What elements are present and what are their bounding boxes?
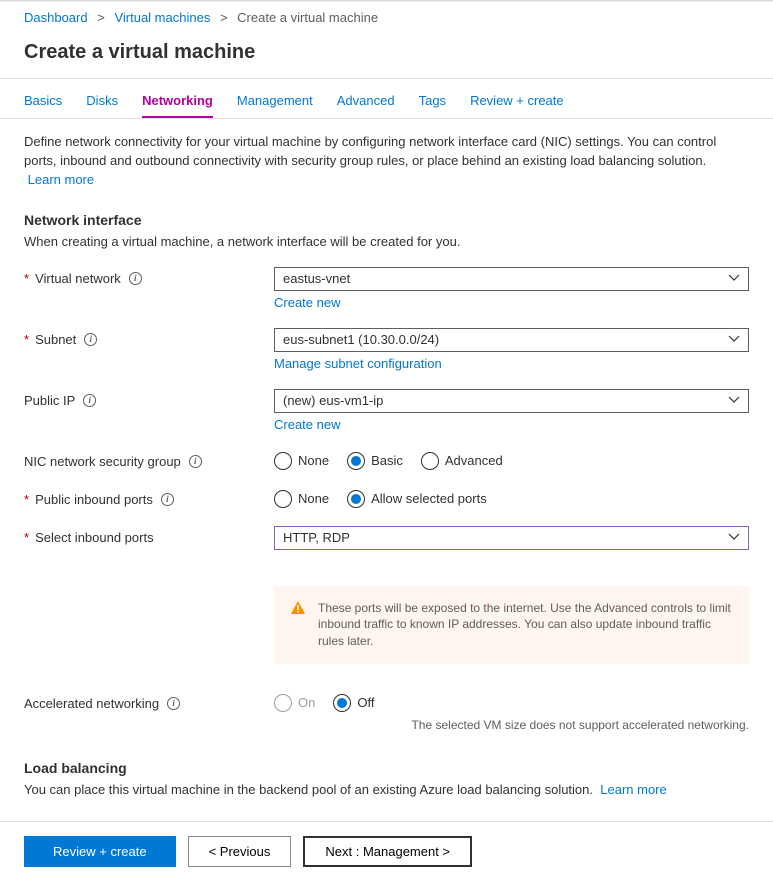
label-public-inbound-ports: * Public inbound ports i <box>24 488 274 507</box>
section-load-balancing-heading: Load balancing <box>24 760 749 776</box>
info-icon[interactable]: i <box>129 272 142 285</box>
radio-ports-allow[interactable]: Allow selected ports <box>347 490 487 508</box>
create-new-ip-link[interactable]: Create new <box>274 417 340 432</box>
required-star: * <box>24 530 29 545</box>
section-network-interface-heading: Network interface <box>24 212 749 228</box>
label-text: Public IP <box>24 393 75 408</box>
breadcrumb-sep: > <box>220 10 228 25</box>
warning-row: These ports will be exposed to the inter… <box>24 568 749 664</box>
select-subnet[interactable]: eus-subnet1 (10.30.0.0/24) <box>274 328 749 352</box>
label-select-inbound-ports: * Select inbound ports <box>24 526 274 545</box>
info-icon[interactable]: i <box>189 455 202 468</box>
footer-buttons: Review + create < Previous Next : Manage… <box>0 821 773 881</box>
accel-net-note: The selected VM size does not support ac… <box>274 718 749 732</box>
field-nic-nsg: NIC network security group i None Basic … <box>24 450 749 470</box>
chevron-down-icon <box>728 394 740 409</box>
radio-label: None <box>298 453 329 468</box>
label-text: Select inbound ports <box>35 530 154 545</box>
breadcrumb-sep: > <box>97 10 105 25</box>
learn-more-link[interactable]: Learn more <box>28 172 94 187</box>
field-subnet: * Subnet i eus-subnet1 (10.30.0.0/24) Ma… <box>24 328 749 371</box>
next-button[interactable]: Next : Management > <box>303 836 472 867</box>
label-accelerated-networking: Accelerated networking i <box>24 692 274 711</box>
radio-nsg-none[interactable]: None <box>274 452 329 470</box>
breadcrumb: Dashboard > Virtual machines > Create a … <box>0 2 773 33</box>
breadcrumb-dashboard[interactable]: Dashboard <box>24 10 88 25</box>
radio-label: On <box>298 695 315 710</box>
info-icon[interactable]: i <box>161 493 174 506</box>
label-text: NIC network security group <box>24 454 181 469</box>
radio-label: None <box>298 491 329 506</box>
warning-text: These ports will be exposed to the inter… <box>318 600 733 650</box>
label-text: Public inbound ports <box>35 492 153 507</box>
radio-group-accel-net: On Off <box>274 692 749 712</box>
radio-nsg-basic[interactable]: Basic <box>347 452 403 470</box>
tab-tags[interactable]: Tags <box>419 93 446 118</box>
label-nic-nsg: NIC network security group i <box>24 450 274 469</box>
field-public-ip: Public IP i (new) eus-vm1-ip Create new <box>24 389 749 432</box>
label-public-ip: Public IP i <box>24 389 274 408</box>
chevron-down-icon <box>728 333 740 348</box>
label-text: Accelerated networking <box>24 696 159 711</box>
create-new-vnet-link[interactable]: Create new <box>274 295 340 310</box>
description-text: Define network connectivity for your vir… <box>24 134 716 168</box>
required-star: * <box>24 492 29 507</box>
tab-management[interactable]: Management <box>237 93 313 118</box>
label-text: Subnet <box>35 332 76 347</box>
radio-accel-off[interactable]: Off <box>333 694 374 712</box>
select-virtual-network[interactable]: eastus-vnet <box>274 267 749 291</box>
manage-subnet-link[interactable]: Manage subnet configuration <box>274 356 442 371</box>
select-inbound-ports[interactable]: HTTP, RDP <box>274 526 749 550</box>
radio-group-nic-nsg: None Basic Advanced <box>274 450 749 470</box>
tabs: Basics Disks Networking Management Advan… <box>0 79 773 119</box>
tab-review-create[interactable]: Review + create <box>470 93 564 118</box>
section-network-interface-subtext: When creating a virtual machine, a netwo… <box>24 234 749 249</box>
page-title: Create a virtual machine <box>0 33 773 78</box>
field-public-inbound-ports: * Public inbound ports i None Allow sele… <box>24 488 749 508</box>
required-star: * <box>24 271 29 286</box>
radio-ports-none[interactable]: None <box>274 490 329 508</box>
tab-advanced[interactable]: Advanced <box>337 93 395 118</box>
warning-icon <box>290 600 306 650</box>
tab-disks[interactable]: Disks <box>86 93 118 118</box>
radio-accel-on: On <box>274 694 315 712</box>
select-value: (new) eus-vm1-ip <box>283 393 383 408</box>
label-virtual-network: * Virtual network i <box>24 267 274 286</box>
tab-networking[interactable]: Networking <box>142 93 213 118</box>
breadcrumb-current: Create a virtual machine <box>237 10 378 25</box>
radio-label: Basic <box>371 453 403 468</box>
previous-button[interactable]: < Previous <box>188 836 292 867</box>
select-value: eus-subnet1 (10.30.0.0/24) <box>283 332 439 347</box>
warning-box: These ports will be exposed to the inter… <box>274 586 749 664</box>
required-star: * <box>24 332 29 347</box>
field-select-inbound-ports: * Select inbound ports HTTP, RDP <box>24 526 749 550</box>
radio-group-inbound-ports: None Allow selected ports <box>274 488 749 508</box>
info-icon[interactable]: i <box>167 697 180 710</box>
info-icon[interactable]: i <box>83 394 96 407</box>
tab-basics[interactable]: Basics <box>24 93 62 118</box>
chevron-down-icon <box>728 531 740 546</box>
radio-nsg-advanced[interactable]: Advanced <box>421 452 503 470</box>
chevron-down-icon <box>728 272 740 287</box>
lb-subtext: You can place this virtual machine in th… <box>24 782 593 797</box>
field-accelerated-networking: Accelerated networking i On Off The sele… <box>24 692 749 732</box>
label-subnet: * Subnet i <box>24 328 274 347</box>
section-load-balancing-subtext: You can place this virtual machine in th… <box>24 782 749 797</box>
review-create-button[interactable]: Review + create <box>24 836 176 867</box>
breadcrumb-virtual-machines[interactable]: Virtual machines <box>114 10 210 25</box>
field-virtual-network: * Virtual network i eastus-vnet Create n… <box>24 267 749 310</box>
radio-label: Off <box>357 695 374 710</box>
tab-description: Define network connectivity for your vir… <box>24 133 749 190</box>
radio-label: Allow selected ports <box>371 491 487 506</box>
label-text: Virtual network <box>35 271 121 286</box>
info-icon[interactable]: i <box>84 333 97 346</box>
select-public-ip[interactable]: (new) eus-vm1-ip <box>274 389 749 413</box>
select-value: eastus-vnet <box>283 271 350 286</box>
learn-more-lb-link[interactable]: Learn more <box>600 782 666 797</box>
select-value: HTTP, RDP <box>283 530 350 545</box>
radio-label: Advanced <box>445 453 503 468</box>
